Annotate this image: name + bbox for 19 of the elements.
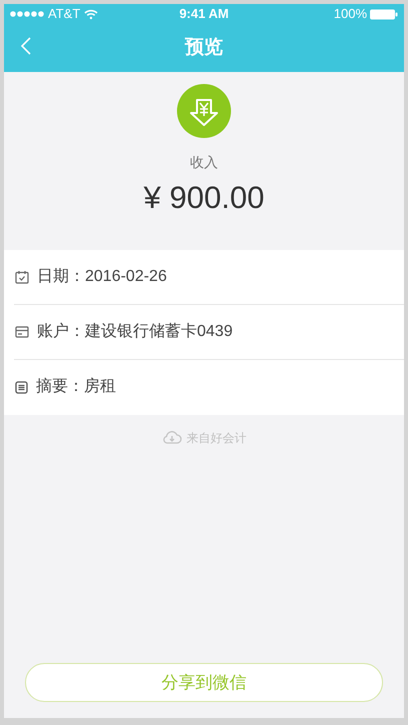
detail-text: 账户：建设银行储蓄卡0439: [37, 322, 233, 342]
detail-text: 摘要：房租: [36, 376, 116, 397]
page-title: 预览: [185, 36, 223, 60]
signal-icon: [10, 11, 44, 17]
status-time: 9:41 AM: [179, 5, 229, 24]
battery-icon: [370, 8, 398, 20]
wifi-icon: [84, 8, 98, 20]
back-icon: [21, 37, 31, 55]
carrier-name: AT&T: [48, 5, 80, 24]
transaction-type: 收入: [190, 153, 218, 172]
cloud-icon: [162, 431, 182, 444]
detail-text: 日期：2016-02-26: [37, 266, 167, 286]
income-icon: [177, 84, 231, 138]
card-icon: [15, 326, 29, 338]
share-button[interactable]: 分享到微信: [25, 663, 383, 702]
amount: ¥ 900.00: [144, 179, 264, 217]
calendar-icon: [15, 270, 29, 284]
battery-percent: 100%: [334, 5, 367, 24]
document-icon: [15, 380, 28, 394]
